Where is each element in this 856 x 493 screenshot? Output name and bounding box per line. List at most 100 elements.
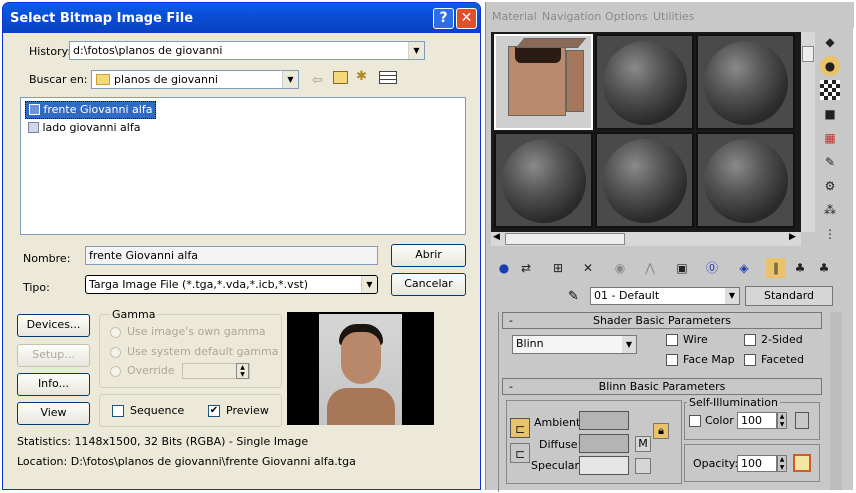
history-combo[interactable]: d:\fotos\planos de giovanni ▼ [69, 41, 425, 60]
sample-slot[interactable] [595, 132, 694, 228]
pick-material-icon[interactable]: ✎ [568, 289, 579, 304]
opacity-label: Opacity: [693, 457, 739, 470]
scroll-thumb[interactable] [505, 233, 625, 245]
blinn-rollout-header[interactable]: - Blinn Basic Parameters [502, 378, 822, 395]
put-to-library-icon[interactable]: ▣ [672, 258, 692, 278]
file-list[interactable]: frente Giovanni alfa lado giovanni alfa [20, 97, 466, 235]
go-forward-sibling-icon[interactable]: ♣ [814, 258, 834, 278]
diffuse-swatch[interactable] [579, 434, 629, 453]
menu-material[interactable]: Material [492, 10, 537, 23]
sample-slot[interactable] [696, 34, 795, 130]
shader-rollout-header[interactable]: - Shader Basic Parameters [502, 312, 822, 329]
material-effects-channel-icon[interactable]: ⓪ [702, 258, 722, 278]
type-combo[interactable]: Targa Image File (*.tga,*.vda,*.icb,*.vs… [85, 275, 378, 294]
help-button[interactable]: ? [433, 8, 454, 29]
faceted-checkbox[interactable] [744, 354, 756, 366]
devices-button[interactable]: Devices... [17, 314, 90, 337]
scroll-left-icon[interactable]: ◀ [493, 232, 500, 242]
close-button[interactable]: ✕ [456, 8, 477, 29]
uv-tiling-icon[interactable]: ■ [820, 104, 840, 124]
specular-swatch[interactable] [579, 456, 629, 475]
up-folder-icon[interactable] [333, 71, 348, 84]
get-material-icon[interactable]: ● [494, 258, 514, 278]
material-name-field[interactable]: 01 - Default ▼ [590, 287, 740, 305]
lock-icon[interactable]: 🔒︎ [653, 423, 669, 439]
video-color-icon[interactable]: ▦ [820, 128, 840, 148]
opacity-value[interactable]: 100 [737, 455, 777, 472]
list-item[interactable]: lado giovanni alfa [25, 120, 143, 134]
view-menu-icon[interactable] [379, 71, 397, 84]
lock-diffuse-specular-icon[interactable]: ⊏ [510, 443, 530, 463]
lock-ambient-diffuse-icon[interactable]: ⊏ [510, 418, 530, 438]
opacity-map-button[interactable] [793, 454, 811, 472]
put-to-scene-icon[interactable]: ⇄ [516, 258, 536, 278]
scroll-thumb[interactable] [802, 46, 814, 62]
preview-checkbox[interactable]: ✔ [208, 405, 220, 417]
wire-checkbox[interactable] [666, 334, 678, 346]
cancel-button[interactable]: Cancelar [391, 273, 466, 296]
sequence-preview-group: Sequence ✔ Preview [99, 394, 282, 427]
sample-slot[interactable] [494, 132, 593, 228]
material-navigator-icon[interactable]: ⋮ [820, 224, 840, 244]
open-button[interactable]: Abrir [391, 244, 466, 267]
assign-to-selection-icon[interactable]: ⊞ [548, 258, 568, 278]
chevron-down-icon[interactable]: ▼ [282, 71, 298, 88]
diffuse-label: Diffuse: [539, 438, 582, 451]
list-item[interactable]: frente Giovanni alfa [25, 101, 157, 119]
show-map-in-viewport-icon[interactable]: ◈ [734, 258, 754, 278]
sample-slot[interactable] [595, 34, 694, 130]
sample-type-icon[interactable]: ◆ [820, 32, 840, 52]
self-illum-value[interactable]: 100 [737, 412, 777, 429]
options-icon[interactable]: ⚙ [820, 176, 840, 196]
ambient-swatch[interactable] [579, 411, 629, 430]
shader-select[interactable]: Blinn ▼ [512, 335, 637, 354]
gamma-system-label: Use system default gamma [127, 345, 279, 358]
rollout-scrollbar[interactable] [830, 312, 842, 490]
lookin-label: Buscar en: [29, 73, 88, 86]
menu-utilities[interactable]: Utilities [653, 10, 694, 23]
select-by-material-icon[interactable]: ⁂ [820, 200, 840, 220]
self-illum-spinner[interactable]: ▲ ▼ [777, 412, 787, 429]
scroll-right-icon[interactable]: ▶ [789, 232, 796, 242]
material-type-button[interactable]: Standard [745, 286, 833, 306]
gamma-group: Gamma Use image's own gamma Use system d… [99, 308, 282, 388]
sample-slots [491, 32, 801, 232]
make-unique-icon[interactable]: ⋀ [640, 258, 660, 278]
background-icon[interactable] [820, 80, 840, 100]
gamma-override-label: Override [127, 364, 175, 377]
self-illum-color-checkbox[interactable] [689, 415, 701, 427]
specular-map-button[interactable] [635, 458, 651, 474]
opacity-spinner[interactable]: ▲ ▼ [777, 455, 787, 472]
chevron-down-icon[interactable]: ▼ [408, 42, 424, 59]
face-map-checkbox[interactable] [666, 354, 678, 366]
diffuse-map-button[interactable]: M [635, 436, 651, 452]
view-button[interactable]: View [17, 402, 90, 425]
gamma-override-radio [110, 366, 121, 377]
chevron-down-icon[interactable]: ▼ [725, 288, 739, 304]
back-icon[interactable]: ⇦ [312, 73, 323, 88]
make-preview-icon[interactable]: ✎ [820, 152, 840, 172]
copy-material-icon[interactable]: ◉ [610, 258, 630, 278]
info-button[interactable]: Info... [17, 373, 90, 396]
menu-navigation[interactable]: Navigation [542, 10, 601, 23]
new-folder-icon[interactable]: ✱ [356, 69, 371, 84]
menu-options[interactable]: Options [605, 10, 647, 23]
specular-label: Specular: [531, 459, 583, 472]
slots-horizontal-scrollbar[interactable]: ◀ ▶ [491, 232, 801, 246]
two-sided-checkbox[interactable] [744, 334, 756, 346]
portrait-thumbnail [319, 314, 402, 425]
face-cube-top [515, 38, 587, 48]
backlight-icon[interactable]: ● [820, 56, 840, 76]
chevron-down-icon[interactable]: ▼ [361, 276, 377, 293]
self-illum-map-button[interactable] [795, 412, 809, 429]
sequence-checkbox[interactable] [112, 405, 124, 417]
go-to-parent-icon[interactable]: ♣ [790, 258, 810, 278]
lookin-combo[interactable]: planos de giovanni ▼ [91, 70, 299, 89]
show-end-result-icon[interactable]: ∥ [766, 258, 786, 278]
chevron-down-icon[interactable]: ▼ [622, 336, 636, 353]
reset-map-icon[interactable]: ✕ [578, 258, 598, 278]
name-field[interactable]: frente Giovanni alfa [85, 246, 378, 265]
slots-vertical-scrollbar[interactable] [801, 32, 815, 232]
sample-slot[interactable] [696, 132, 795, 228]
sample-slot-active[interactable] [494, 34, 593, 130]
